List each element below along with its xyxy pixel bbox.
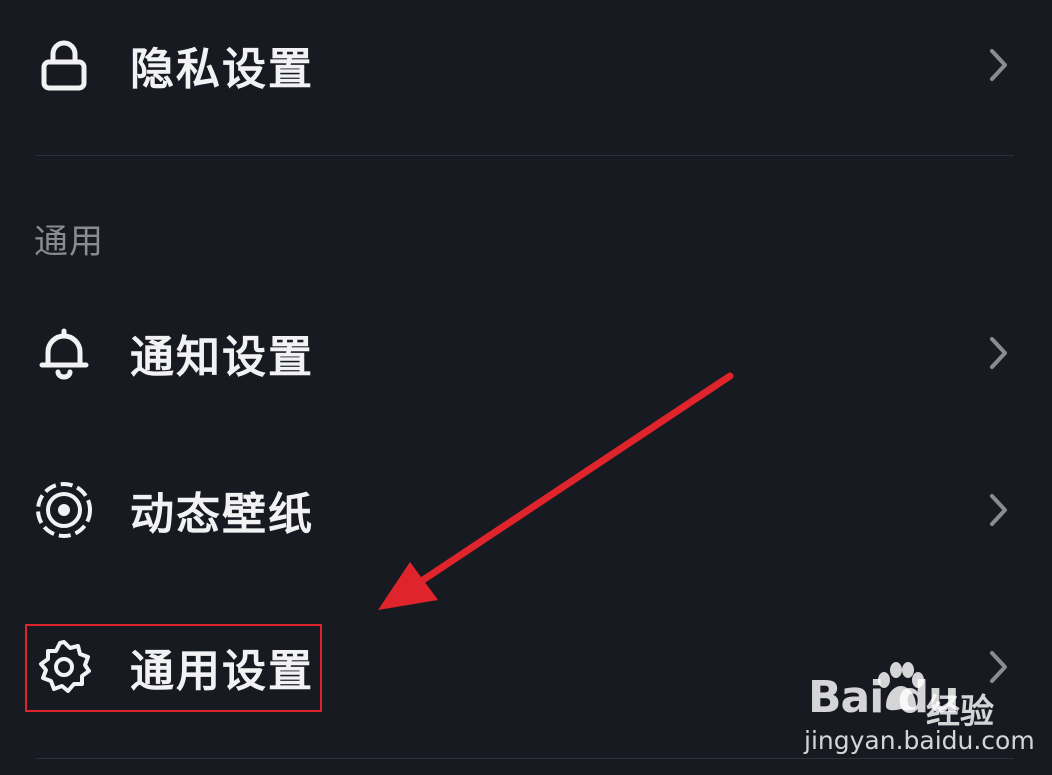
section-header-general: 通用 — [34, 222, 104, 262]
settings-row-label: 隐私设置 — [130, 44, 314, 95]
settings-row-notifications[interactable]: 通知设置 — [0, 298, 1052, 408]
settings-row-live-wallpaper[interactable]: 动态壁纸 — [0, 455, 1052, 565]
divider — [36, 155, 1014, 156]
chevron-right-icon — [984, 45, 1014, 85]
settings-row-label: 动态壁纸 — [130, 489, 314, 540]
settings-row-privacy[interactable]: 隐私设置 — [0, 10, 1052, 120]
live-wallpaper-icon — [34, 480, 94, 540]
lock-icon — [34, 35, 94, 95]
highlight-box — [25, 624, 322, 712]
bell-icon — [34, 323, 94, 383]
paw-icon — [878, 662, 924, 711]
settings-screen: 隐私设置 通用 通知设置 动态壁纸 通用设置 Bai du 经验 jingyan… — [0, 0, 1052, 775]
chevron-right-icon — [984, 333, 1014, 373]
watermark-url: jingyan.baidu.com — [804, 726, 1035, 755]
chevron-right-icon — [984, 490, 1014, 530]
settings-row-label: 通知设置 — [130, 332, 314, 383]
baidu-watermark: Bai du 经验 jingyan.baidu.com — [804, 662, 1035, 762]
